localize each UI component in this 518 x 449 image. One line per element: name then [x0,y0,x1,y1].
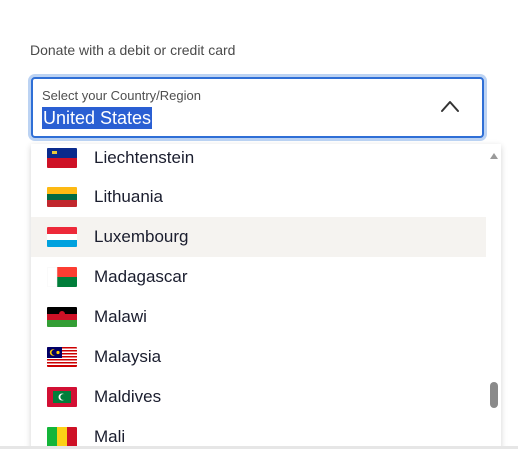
list-item[interactable]: Luxembourg [31,217,486,257]
scroll-thumb[interactable] [490,382,498,408]
list-item[interactable]: Malawi [31,297,486,337]
list-item[interactable]: Madagascar [31,257,486,297]
flag-malaysia-icon [47,347,77,367]
select-value: United States [42,107,153,129]
option-label: Liechtenstein [94,148,195,167]
flag-maldives-icon [47,387,77,407]
list-item[interactable]: Malaysia [31,337,486,377]
flag-liechtenstein-icon [47,148,77,168]
list-item[interactable]: Maldives [31,377,486,417]
option-label: Maldives [94,387,162,406]
option-label: Lithuania [94,187,164,206]
donate-card-heading: Donate with a debit or credit card [30,42,236,58]
flag-malawi-icon [47,307,77,327]
list-item[interactable]: Liechtenstein [31,144,486,178]
option-label: Mali [94,427,126,446]
option-label: Malawi [94,307,147,326]
flag-madagascar-icon [47,267,77,287]
scroll-up-arrow-icon[interactable] [490,153,498,159]
option-label: Luxembourg [94,227,189,246]
dropdown-scrollbar[interactable] [487,144,501,449]
select-label: Select your Country/Region [42,88,201,103]
chevron-up-icon[interactable] [440,99,460,113]
list-item[interactable]: Mali [31,417,486,449]
option-label: Madagascar [94,267,188,286]
country-dropdown-list: Liechtenstein Lithuania Luxembourg Madag… [31,144,501,449]
option-label: Malaysia [94,347,162,366]
flag-lithuania-icon [47,187,77,207]
flag-luxembourg-icon [47,227,77,247]
country-region-select[interactable]: Select your Country/Region United States [31,77,484,138]
flag-mali-icon [47,427,77,447]
list-item[interactable]: Lithuania [31,177,486,217]
